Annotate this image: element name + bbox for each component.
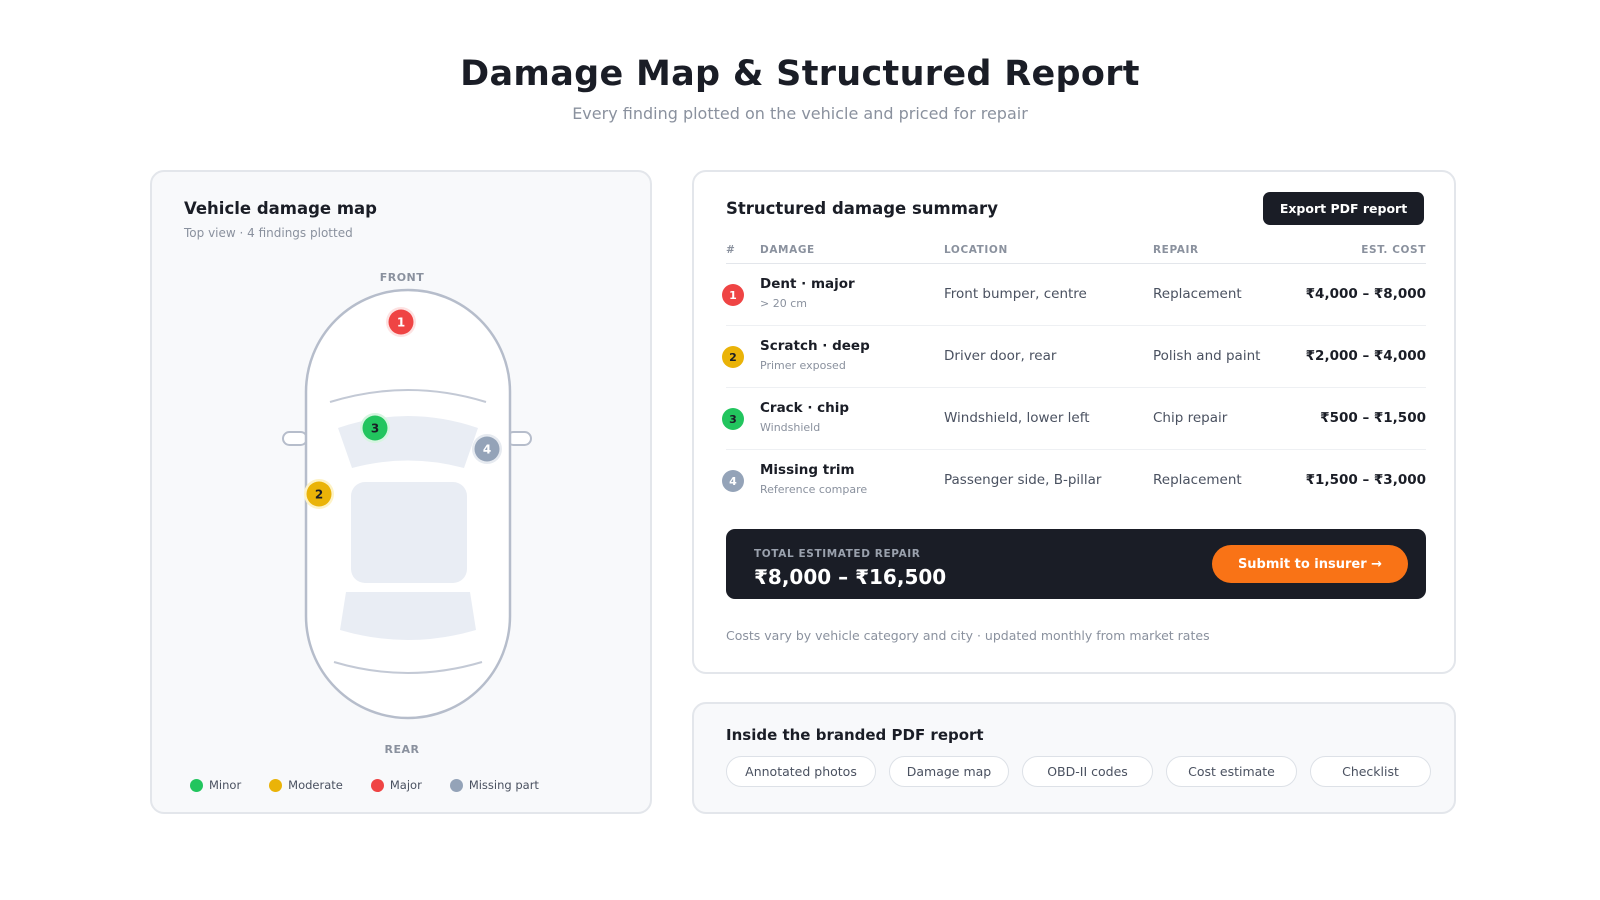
marker-2-number: 2 xyxy=(315,488,323,502)
summary-card-title: Structured damage summary xyxy=(726,199,998,218)
damage-location: Front bumper, centre xyxy=(944,286,1087,302)
damage-detail: Reference compare xyxy=(760,483,868,496)
damage-marker-3[interactable]: 3 xyxy=(360,413,390,443)
column-header-number: # xyxy=(726,244,736,256)
table-row[interactable]: 2 Scratch · deep Primer exposed Driver d… xyxy=(722,326,1426,388)
estimated-cost: ₹500 – ₹1,500 xyxy=(1320,410,1426,426)
damage-title: Crack · chip xyxy=(760,400,850,416)
repair-type: Replacement xyxy=(1153,472,1242,488)
cost-footnote: Costs vary by vehicle category and city … xyxy=(726,628,1210,643)
damage-map-card: Vehicle damage map Top view · 4 findings… xyxy=(150,170,652,814)
roof xyxy=(351,482,467,583)
legend-dot-minor xyxy=(190,778,203,792)
row-number-badge: 3 xyxy=(722,408,744,430)
legend-item-moderate: Moderate xyxy=(269,778,343,792)
chip-damage-map[interactable]: Damage map xyxy=(889,756,1009,787)
chip-obd-codes[interactable]: OBD-II codes xyxy=(1022,756,1153,787)
car-top-view-diagram: FRONT REAR 1 2 3 4 xyxy=(282,271,532,756)
rear-label: REAR xyxy=(385,743,420,756)
damage-marker-1[interactable]: 1 xyxy=(386,307,416,337)
marker-1-number: 1 xyxy=(397,316,405,330)
damage-detail: > 20 cm xyxy=(760,297,807,310)
damage-title: Dent · major xyxy=(760,276,855,292)
pdf-card-title: Inside the branded PDF report xyxy=(726,726,984,744)
marker-4-number: 4 xyxy=(483,443,491,457)
legend-label-missing-part: Missing part xyxy=(468,778,539,792)
damage-title: Missing trim xyxy=(760,462,855,478)
estimated-cost: ₹1,500 – ₹3,000 xyxy=(1305,472,1426,488)
damage-title: Scratch · deep xyxy=(760,338,870,354)
pdf-contents-chips: Annotated photos Damage map OBD-II codes… xyxy=(726,756,1444,787)
damage-location: Windshield, lower left xyxy=(944,410,1090,426)
export-pdf-button[interactable]: Export PDF report xyxy=(1263,192,1424,225)
column-header-location: LOCATION xyxy=(944,244,1008,256)
total-estimate-bar: TOTAL ESTIMATED REPAIR ₹8,000 – ₹16,500 … xyxy=(726,529,1426,599)
severity-legend: Minor Moderate Major Missing part xyxy=(190,778,567,792)
legend-label-minor: Minor xyxy=(209,778,242,792)
chip-annotated-photos[interactable]: Annotated photos xyxy=(726,756,876,787)
windshield xyxy=(338,416,478,468)
legend-dot-moderate xyxy=(269,778,283,792)
column-header-repair: REPAIR xyxy=(1153,244,1199,256)
row-number-badge: 4 xyxy=(722,470,744,492)
damage-detail: Windshield xyxy=(760,421,821,434)
left-mirror xyxy=(282,431,308,446)
total-value: ₹8,000 – ₹16,500 xyxy=(754,565,947,589)
row-number-badge: 1 xyxy=(722,284,744,306)
damage-summary-card: Structured damage summary Export PDF rep… xyxy=(692,170,1456,674)
legend-item-minor: Minor xyxy=(190,778,241,792)
table-row[interactable]: 3 Crack · chip Windshield Windshield, lo… xyxy=(722,388,1426,450)
estimated-cost: ₹4,000 – ₹8,000 xyxy=(1305,286,1426,302)
page-subtitle: Every finding plotted on the vehicle and… xyxy=(572,104,1028,123)
table-row[interactable]: 1 Dent · major > 20 cm Front bumper, cen… xyxy=(722,264,1426,326)
pdf-report-card: Inside the branded PDF report Annotated … xyxy=(692,702,1456,814)
damage-marker-2[interactable]: 2 xyxy=(304,479,334,509)
column-header-damage: DAMAGE xyxy=(760,244,815,256)
damage-location: Driver door, rear xyxy=(944,348,1057,364)
damage-marker-4[interactable]: 4 xyxy=(472,434,502,464)
chip-checklist[interactable]: Checklist xyxy=(1310,756,1431,787)
estimated-cost: ₹2,000 – ₹4,000 xyxy=(1305,348,1426,364)
page-title: Damage Map & Structured Report xyxy=(460,54,1140,94)
legend-item-major: Major xyxy=(370,778,422,792)
column-header-cost: EST. COST xyxy=(1361,244,1426,256)
repair-type: Polish and paint xyxy=(1153,348,1261,364)
rear-window xyxy=(340,592,476,640)
table-header: # DAMAGE LOCATION REPAIR EST. COST xyxy=(726,244,1426,264)
legend-dot-missing-part xyxy=(449,778,463,792)
chip-cost-estimate[interactable]: Cost estimate xyxy=(1166,756,1297,787)
legend-label-major: Major xyxy=(389,778,422,792)
row-number-badge: 2 xyxy=(722,346,744,368)
total-label: TOTAL ESTIMATED REPAIR xyxy=(754,548,921,560)
repair-type: Replacement xyxy=(1153,286,1242,302)
submit-to-insurer-button[interactable]: Submit to insurer → xyxy=(1212,545,1408,583)
legend-item-missing-part: Missing part xyxy=(449,778,539,792)
marker-3-number: 3 xyxy=(371,422,379,436)
legend-label-moderate: Moderate xyxy=(288,778,343,792)
repair-type: Chip repair xyxy=(1153,410,1228,426)
damage-detail: Primer exposed xyxy=(760,359,846,372)
damage-location: Passenger side, B-pillar xyxy=(944,472,1102,488)
table-row[interactable]: 4 Missing trim Reference compare Passeng… xyxy=(722,450,1426,512)
legend-dot-major xyxy=(370,778,384,792)
front-label: FRONT xyxy=(380,271,425,284)
